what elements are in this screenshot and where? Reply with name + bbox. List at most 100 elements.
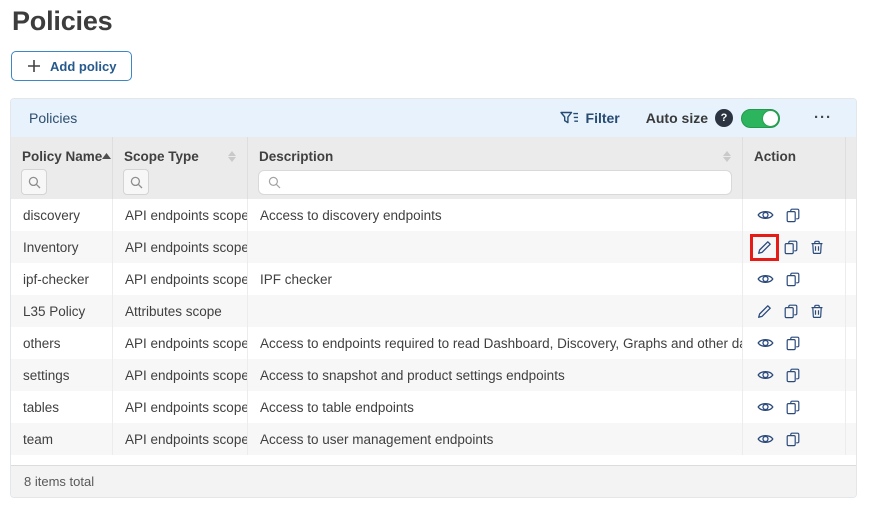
eye-icon [757, 401, 774, 413]
view-button[interactable] [757, 401, 774, 413]
filler-cell [846, 231, 857, 263]
sort-asc-icon [102, 153, 111, 159]
copy-button[interactable] [786, 368, 800, 383]
page-title: Policies [12, 6, 112, 37]
table-body: discovery API endpoints scope Access to … [11, 199, 856, 455]
copy-button[interactable] [786, 336, 800, 351]
scope-type-cell: API endpoints scope [113, 423, 248, 455]
copy-icon [786, 432, 800, 447]
search-icon [268, 176, 281, 189]
copy-icon [784, 304, 798, 319]
items-total-label: 8 items total [24, 474, 94, 489]
filler-cell [846, 391, 857, 423]
policy-name-cell: others [11, 327, 113, 359]
action-cell [743, 231, 846, 263]
copy-button[interactable] [784, 304, 798, 319]
description-cell [248, 295, 743, 327]
description-cell: Access to user management endpoints [248, 423, 743, 455]
policy-name-cell: team [11, 423, 113, 455]
action-cell [743, 295, 846, 327]
description-cell: Access to table endpoints [248, 391, 743, 423]
more-menu-icon[interactable]: ··· [814, 113, 832, 123]
pencil-icon [757, 304, 772, 319]
policy-name-search-button[interactable] [21, 169, 47, 195]
description-cell: Access to endpoints required to read Das… [248, 327, 743, 359]
column-header-scope-type[interactable]: Scope Type [113, 137, 248, 165]
policy-name-cell: ipf-checker [11, 263, 113, 295]
description-cell: Access to snapshot and product settings … [248, 359, 743, 391]
description-search-box [258, 170, 732, 195]
edit-button[interactable] [757, 240, 772, 255]
action-cell [743, 327, 846, 359]
add-policy-label: Add policy [50, 59, 116, 74]
table-row[interactable]: L35 Policy Attributes scope [11, 295, 856, 327]
copy-icon [786, 208, 800, 223]
trash-icon [810, 304, 824, 319]
copy-button[interactable] [786, 432, 800, 447]
policies-panel: Policies Filter Auto size ? ··· Policy N… [10, 98, 857, 498]
description-cell: IPF checker [248, 263, 743, 295]
filler-cell [846, 263, 857, 295]
table-header: Policy Name Scope Type Description [11, 137, 856, 199]
view-button[interactable] [757, 369, 774, 381]
column-header-policy-name[interactable]: Policy Name [11, 137, 113, 165]
policy-name-cell: Inventory [11, 231, 113, 263]
view-button[interactable] [757, 273, 774, 285]
plus-icon [27, 59, 41, 73]
table-row[interactable]: others API endpoints scope Access to end… [11, 327, 856, 359]
sort-icon [723, 151, 731, 162]
copy-icon [786, 336, 800, 351]
table-row[interactable]: Inventory API endpoints scope [11, 231, 856, 263]
description-search-input[interactable] [288, 175, 722, 190]
action-cell [743, 391, 846, 423]
column-header-description[interactable]: Description [248, 137, 743, 165]
eye-icon [757, 337, 774, 349]
autosize-label: Auto size [646, 110, 708, 126]
action-cell [743, 423, 846, 455]
eye-icon [757, 433, 774, 445]
help-icon[interactable]: ? [715, 109, 733, 127]
view-button[interactable] [757, 433, 774, 445]
sort-icon [228, 151, 236, 162]
delete-button[interactable] [810, 304, 824, 319]
filter-button[interactable]: Filter [560, 110, 620, 126]
eye-icon [757, 369, 774, 381]
copy-button[interactable] [786, 400, 800, 415]
description-cell [248, 231, 743, 263]
view-button[interactable] [757, 337, 774, 349]
panel-header: Policies Filter Auto size ? ··· [11, 99, 856, 137]
eye-icon [757, 209, 774, 221]
copy-button[interactable] [786, 208, 800, 223]
table-footer: 8 items total [11, 465, 856, 497]
description-cell: Access to discovery endpoints [248, 199, 743, 231]
panel-title: Policies [29, 110, 77, 126]
action-cell [743, 199, 846, 231]
table-row[interactable]: tables API endpoints scope Access to tab… [11, 391, 856, 423]
policy-name-cell: tables [11, 391, 113, 423]
scope-type-cell: API endpoints scope [113, 391, 248, 423]
pencil-icon [757, 240, 772, 255]
action-cell [743, 359, 846, 391]
autosize-toggle[interactable] [741, 109, 780, 128]
edit-button[interactable] [757, 304, 772, 319]
add-policy-button[interactable]: Add policy [11, 51, 132, 81]
filler-cell [846, 359, 857, 391]
table-row[interactable]: settings API endpoints scope Access to s… [11, 359, 856, 391]
scope-type-cell: Attributes scope [113, 295, 248, 327]
policy-name-cell: discovery [11, 199, 113, 231]
action-cell [743, 263, 846, 295]
table-row[interactable]: team API endpoints scope Access to user … [11, 423, 856, 455]
scope-type-search-button[interactable] [123, 169, 149, 195]
view-button[interactable] [757, 209, 774, 221]
search-icon [130, 176, 143, 189]
copy-button[interactable] [786, 272, 800, 287]
table-empty-space [11, 455, 856, 465]
delete-button[interactable] [810, 240, 824, 255]
filler-cell [846, 295, 857, 327]
copy-button[interactable] [784, 240, 798, 255]
table-row[interactable]: discovery API endpoints scope Access to … [11, 199, 856, 231]
column-header-action: Action [743, 137, 846, 165]
filter-label: Filter [586, 110, 620, 126]
copy-icon [786, 272, 800, 287]
table-row[interactable]: ipf-checker API endpoints scope IPF chec… [11, 263, 856, 295]
